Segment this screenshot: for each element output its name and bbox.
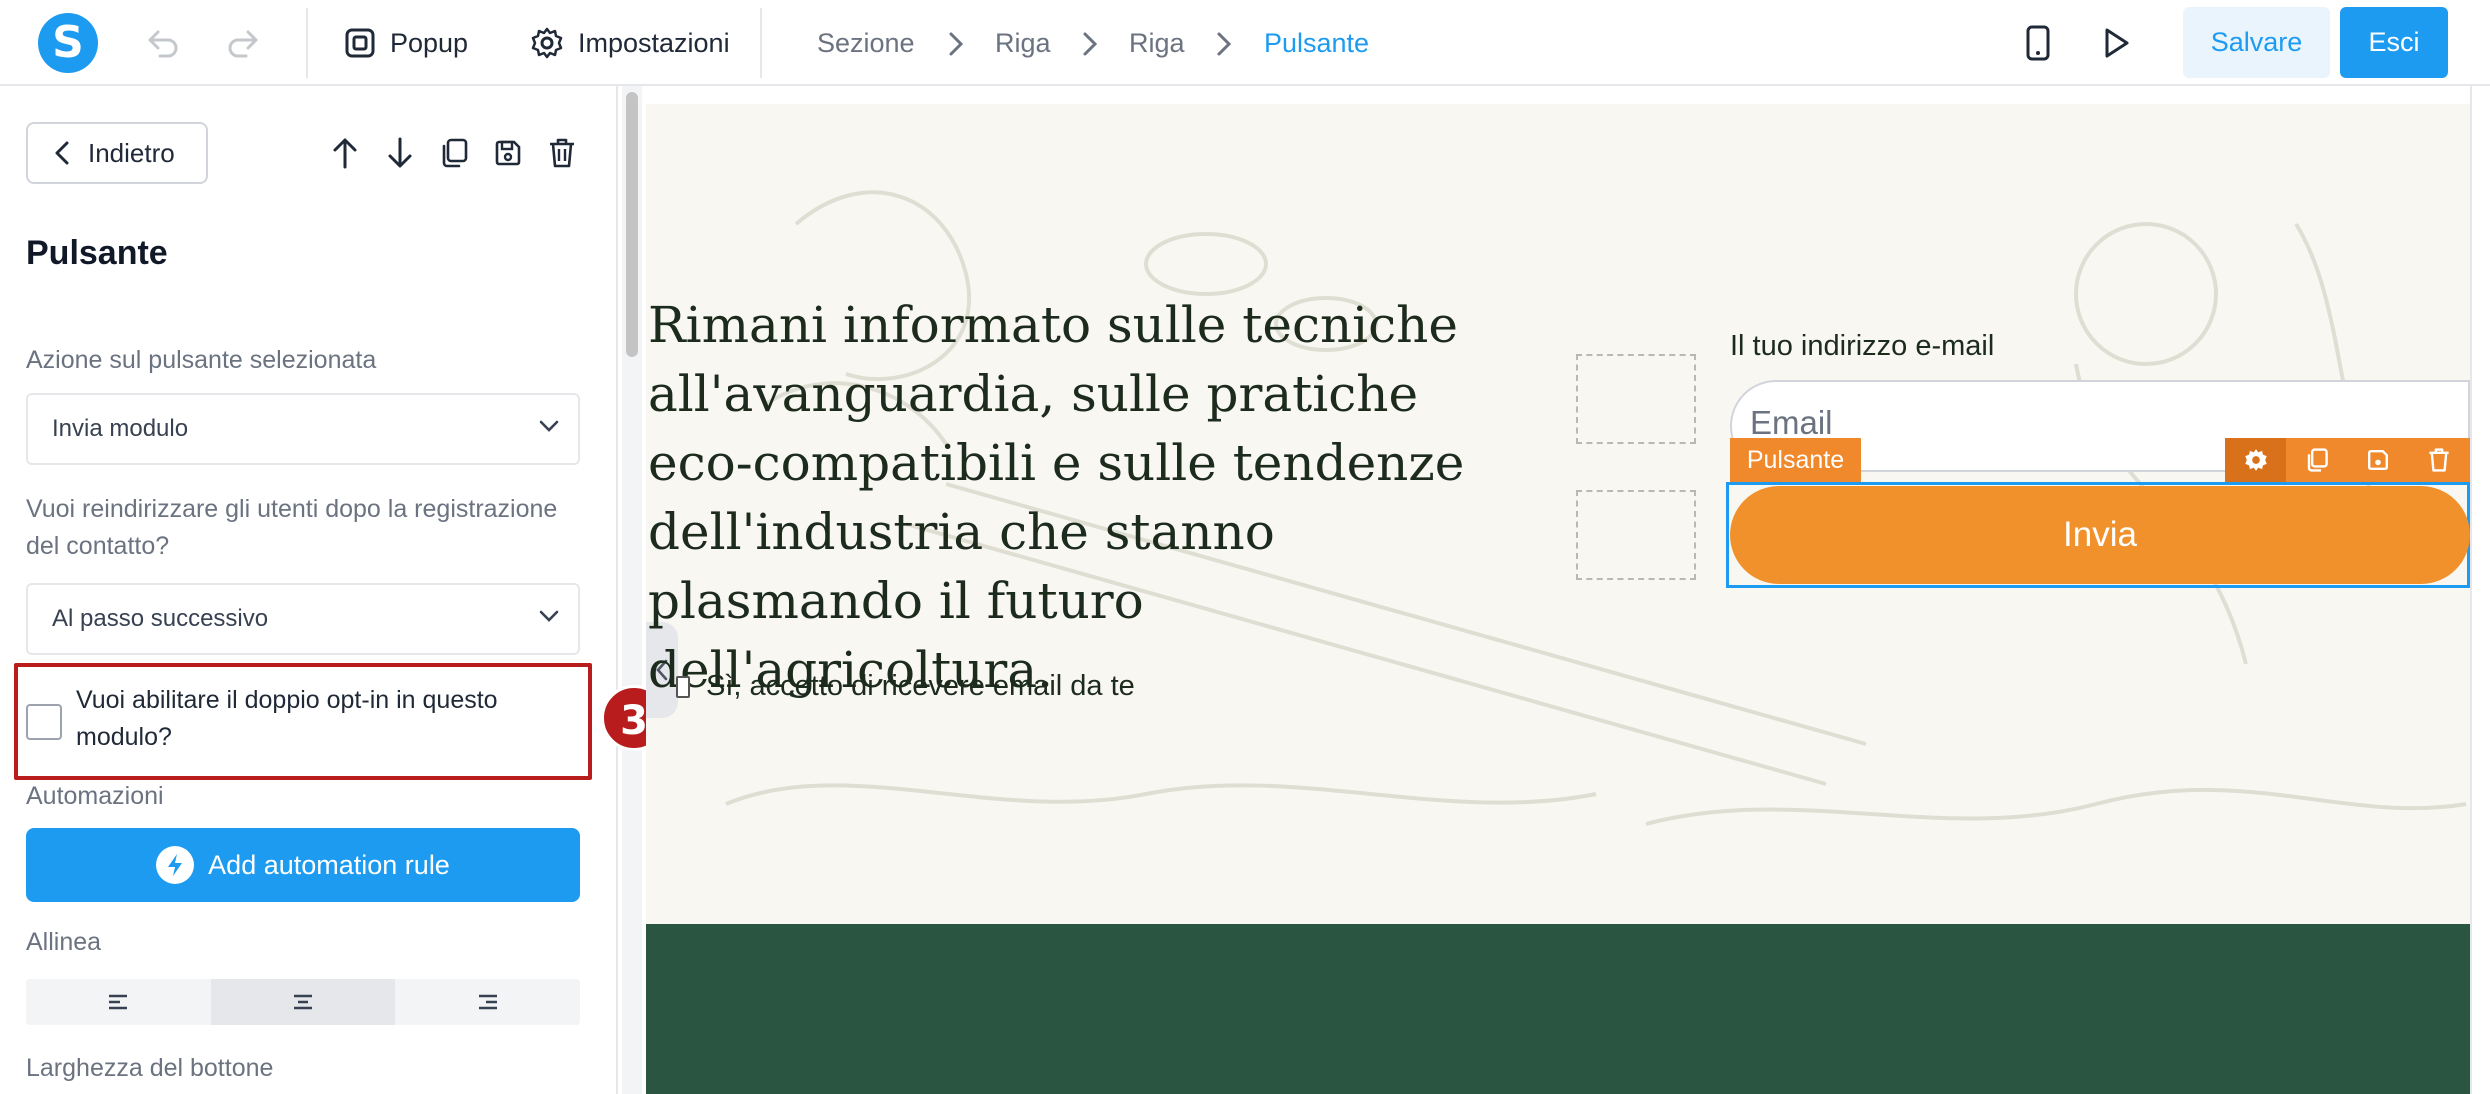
chevron-left-icon <box>55 141 69 165</box>
footer-band <box>646 924 2470 1094</box>
element-delete-button[interactable] <box>2408 438 2469 482</box>
breadcrumb-item-button[interactable]: Pulsante <box>1264 28 1369 59</box>
save-icon <box>2367 450 2388 470</box>
empty-element-placeholder[interactable] <box>1576 490 1696 580</box>
empty-element-placeholder[interactable] <box>1576 354 1696 444</box>
align-left-icon <box>109 994 128 1010</box>
arrow-up-icon[interactable] <box>327 134 363 172</box>
automations-label: Automazioni <box>26 782 164 810</box>
consent-row[interactable]: Sì, accetto di ricevere email da te <box>676 670 1135 703</box>
undo-icon[interactable] <box>142 22 184 64</box>
toolbar-divider <box>306 8 308 78</box>
trash-icon <box>2428 448 2449 472</box>
email-field-label: Il tuo indirizzo e-mail <box>1730 330 1995 362</box>
consent-checkbox[interactable] <box>676 675 690 698</box>
popup-icon <box>345 28 375 58</box>
arrow-down-icon[interactable] <box>382 134 418 172</box>
align-toggle-group <box>26 979 580 1025</box>
gear-icon <box>2244 449 2267 471</box>
align-label: Allinea <box>26 928 102 956</box>
breadcrumb-item-row[interactable]: Riga <box>995 28 1051 59</box>
settings-label: Impostazioni <box>578 27 730 58</box>
element-copy-button[interactable] <box>2286 438 2347 482</box>
copy-icon <box>2307 448 2328 472</box>
breadcrumb-item-row-2[interactable]: Riga <box>1129 28 1185 59</box>
element-settings-button[interactable] <box>2225 438 2286 482</box>
align-right-icon <box>478 994 497 1010</box>
action-value: Invia modulo <box>52 415 189 442</box>
consent-label: Sì, accetto di ricevere email da te <box>706 670 1135 702</box>
action-label: Azione sul pulsante selezionata <box>26 346 377 374</box>
submit-button[interactable]: Invia <box>1730 486 2470 584</box>
settings-button[interactable]: Impostazioni <box>530 22 730 64</box>
chevron-down-icon <box>539 610 559 622</box>
selected-element-tag: Pulsante <box>1730 438 1861 482</box>
popup-button[interactable]: Popup <box>344 22 468 64</box>
button-width-label: Larghezza del bottone <box>26 1054 274 1082</box>
align-center-icon <box>294 994 312 1010</box>
align-center-button[interactable] <box>210 979 396 1025</box>
align-right-button[interactable] <box>395 979 580 1025</box>
back-label: Indietro <box>88 137 175 168</box>
popup-label: Popup <box>390 27 469 58</box>
add-automation-label: Add automation rule <box>208 849 450 880</box>
editor-canvas: Rimani informato sulle tecniche all'avan… <box>646 86 2470 1094</box>
redo-icon[interactable] <box>222 22 264 64</box>
add-automation-button[interactable]: Add automation rule <box>26 828 580 902</box>
toolbar-divider <box>760 8 762 78</box>
chevron-right-icon <box>1083 32 1098 56</box>
redirect-select[interactable]: Al passo successivo <box>26 583 580 655</box>
properties-sidebar: Indietro Pulsante Azione sul pulsante se… <box>0 86 618 1094</box>
save-icon[interactable] <box>490 134 526 172</box>
popup-headline[interactable]: Rimani informato sulle tecniche all'avan… <box>648 291 1528 705</box>
chevron-right-icon <box>949 32 964 56</box>
redirect-label: Vuoi reindirizzare gli utenti dopo la re… <box>26 495 558 560</box>
play-icon[interactable] <box>2095 22 2137 64</box>
panel-title: Pulsante <box>26 234 168 272</box>
breadcrumb-item-section[interactable]: Sezione <box>817 28 915 59</box>
back-button[interactable]: Indietro <box>26 122 208 184</box>
trash-icon[interactable] <box>544 134 580 172</box>
save-button[interactable]: Salvare <box>2183 7 2330 78</box>
align-left-button[interactable] <box>26 979 211 1025</box>
redirect-value: Al passo successivo <box>52 605 269 632</box>
bolt-icon <box>156 846 195 884</box>
top-bar: S Popup Impostazioni Sezione Riga Riga P… <box>0 0 2490 86</box>
element-toolbar <box>2225 438 2470 482</box>
element-save-button[interactable] <box>2347 438 2408 482</box>
mobile-icon[interactable] <box>2017 22 2059 64</box>
action-select[interactable]: Invia modulo <box>26 393 580 465</box>
chevron-right-icon <box>1217 32 1232 56</box>
canvas-right-gutter <box>2470 86 2490 1094</box>
chevron-down-icon <box>539 420 559 432</box>
annotation-highlight-box <box>14 663 592 780</box>
app-logo[interactable]: S <box>38 13 98 73</box>
canvas-top-gap <box>646 86 2470 104</box>
sidebar-scrollbar-thumb[interactable] <box>626 92 638 357</box>
exit-button[interactable]: Esci <box>2340 7 2448 78</box>
gear-icon <box>531 27 563 59</box>
copy-icon[interactable] <box>436 134 472 172</box>
